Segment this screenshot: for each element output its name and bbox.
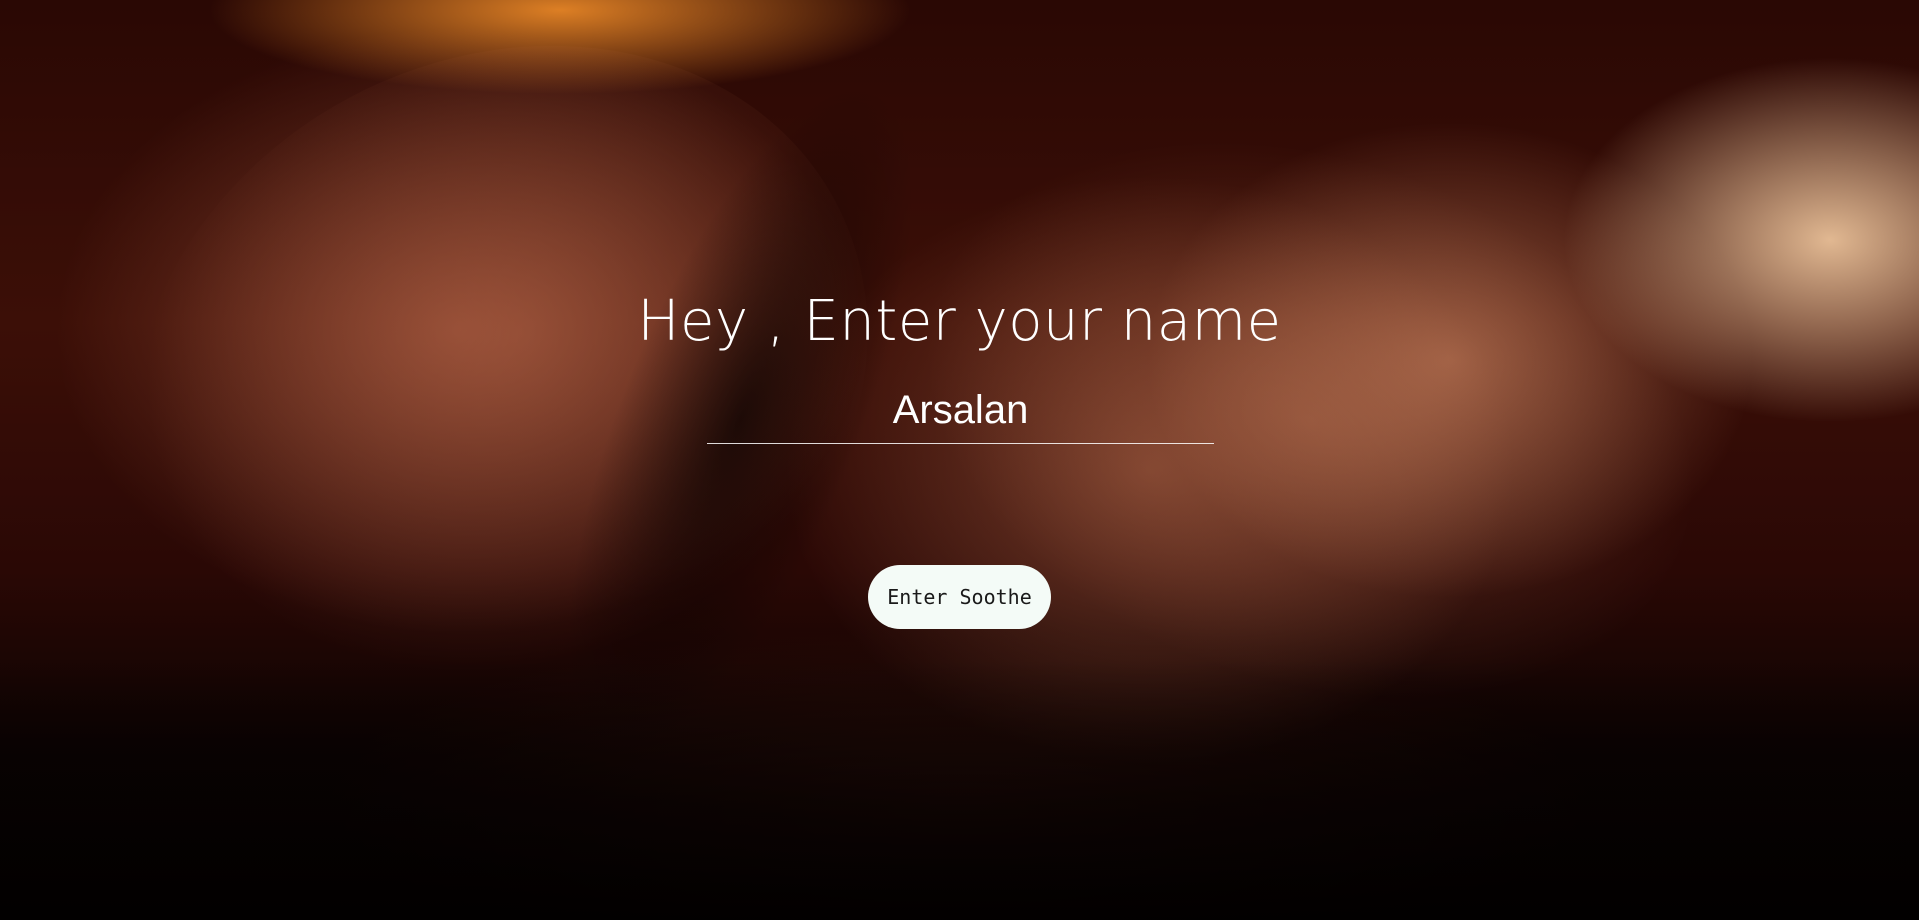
name-input[interactable] <box>707 382 1214 444</box>
background-image: Hey , Enter your name Enter Soothe <box>0 0 1919 920</box>
enter-soothe-button[interactable]: Enter Soothe <box>868 565 1051 629</box>
page-title: Hey , Enter your name <box>637 289 1282 354</box>
name-entry-form: Hey , Enter your name Enter Soothe <box>0 0 1919 920</box>
